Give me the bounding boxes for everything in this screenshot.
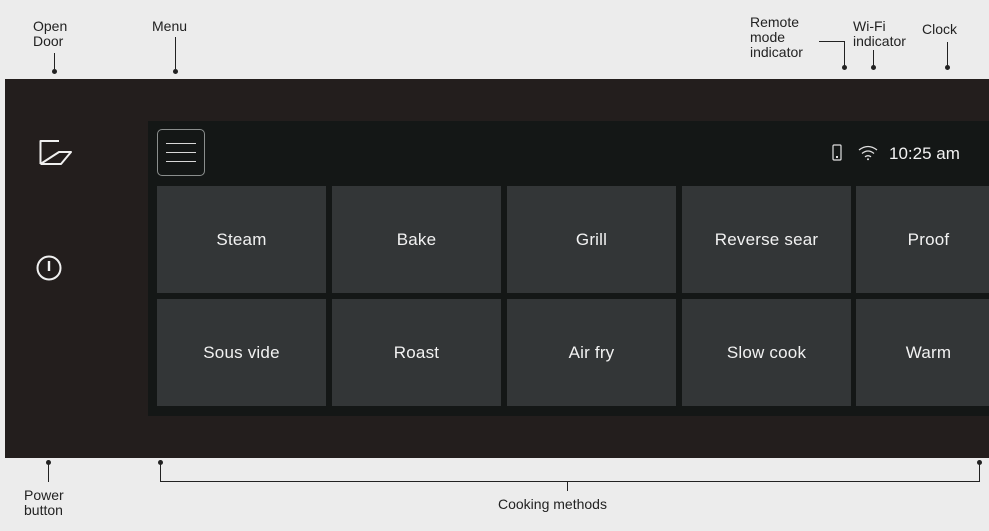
cooking-method-label: Steam (216, 229, 267, 249)
power-leader (48, 462, 49, 482)
cooking-method-label: Slow cook (726, 342, 807, 362)
wifi-leader-dot (871, 65, 876, 70)
clock-leader-dot (945, 65, 950, 70)
cooking-method-label: Bake (396, 229, 437, 249)
clock-callout: Clock (922, 21, 958, 37)
phone-icon (832, 144, 842, 161)
power-icon[interactable] (35, 254, 63, 282)
wifi-callout: Wi-Fi indicator (853, 18, 906, 49)
cooking-method-air-fry[interactable]: Air fry (507, 299, 676, 406)
cooking-method-warm[interactable]: Warm (856, 299, 989, 406)
cooking-method-steam[interactable]: Steam (157, 186, 326, 293)
remote-mode-leader-dot (842, 65, 847, 70)
menu-bar (166, 152, 196, 153)
cooking-method-label: Sous vide (203, 342, 280, 362)
cooking-method-reverse-sear[interactable]: Reverse sear (682, 186, 851, 293)
cooking-methods-bracket (160, 481, 980, 482)
clock-leader (947, 42, 948, 66)
cooking-method-roast[interactable]: Roast (332, 299, 501, 406)
cooking-method-sous-vide[interactable]: Sous vide (157, 299, 326, 406)
cooking-methods-leader (567, 481, 568, 491)
wifi-leader (873, 50, 874, 66)
menu-bar (166, 161, 196, 162)
remote-mode-callout: Remote mode indicator (750, 14, 803, 60)
cooking-method-label: Reverse sear (714, 229, 819, 249)
power-callout: Power button (24, 487, 64, 518)
menu-callout: Menu (152, 18, 188, 34)
cooking-method-label: Grill (575, 229, 608, 249)
cooking-method-bake[interactable]: Bake (332, 186, 501, 293)
clock: 10:25 am (889, 144, 960, 163)
cooking-methods-callout: Cooking methods (498, 496, 607, 512)
cooking-method-label: Air fry (568, 342, 615, 362)
cooking-method-label: Proof (907, 229, 950, 249)
cooking-method-proof[interactable]: Proof (856, 186, 989, 293)
cooking-methods-bracket-right (979, 462, 980, 482)
cooking-methods-bracket-left (160, 462, 161, 482)
cooking-method-label: Warm (905, 342, 952, 362)
wifi-icon (858, 145, 878, 161)
remote-mode-leader-h (819, 41, 844, 42)
cooking-method-grill[interactable]: Grill (507, 186, 676, 293)
menu-leader-dot (173, 69, 178, 74)
menu-bar (166, 143, 196, 144)
cooking-method-label: Roast (393, 342, 440, 362)
open-door-icon[interactable] (39, 138, 73, 166)
menu-button[interactable] (157, 129, 205, 176)
open-door-leader (54, 53, 55, 69)
menu-leader (175, 37, 176, 69)
cooking-method-slow-cook[interactable]: Slow cook (682, 299, 851, 406)
open-door-leader-dot (52, 69, 57, 74)
remote-mode-leader (844, 41, 845, 66)
open-door-callout: Open Door (33, 18, 68, 49)
